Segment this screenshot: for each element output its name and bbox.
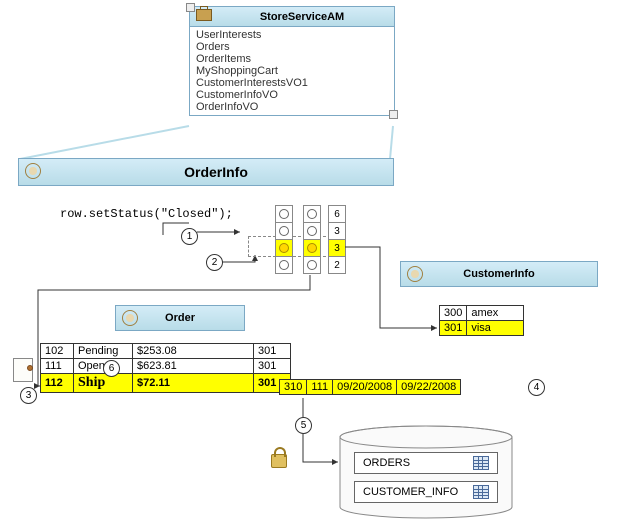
app-module-panel: StoreServiceAM UserInterests Orders Orde… — [189, 6, 395, 116]
list-item: MyShoppingCart — [190, 65, 394, 77]
count-cell: 3 — [329, 223, 345, 240]
table-icon — [473, 485, 489, 499]
component-icon — [122, 310, 138, 326]
component-icon — [25, 163, 41, 179]
app-module-header: StoreServiceAM — [190, 7, 394, 27]
lock-icon — [271, 454, 287, 468]
state-dot-icon — [307, 243, 317, 253]
list-item: CustomerInfoVO — [190, 89, 394, 101]
db-table-orders: ORDERS — [354, 452, 498, 474]
order-info-header: OrderInfo — [19, 159, 393, 186]
table-row: 301 visa — [440, 321, 524, 336]
resize-handle-icon[interactable] — [186, 3, 195, 12]
count-cell: 3 — [329, 240, 345, 257]
state-dot-icon — [307, 226, 317, 236]
component-icon — [407, 266, 423, 282]
db-table-label: CUSTOMER_INFO — [363, 486, 458, 498]
table-row: 112 Ship $72.11 301 — [41, 374, 291, 393]
state-dot-icon — [279, 209, 289, 219]
document-icon — [13, 358, 33, 382]
list-item: Orders — [190, 41, 394, 53]
state-dot-icon — [279, 260, 289, 270]
customer-table: 300 amex 301 visa — [439, 305, 524, 336]
table-row: 310 111 09/20/2008 09/22/2008 — [280, 380, 461, 395]
app-module-list: UserInterests Orders OrderItems MyShoppi… — [190, 27, 394, 115]
order-panel: Order — [115, 305, 245, 331]
table-row: 111 Open $623.81 301 — [41, 359, 291, 374]
order-info-title: OrderInfo — [45, 164, 387, 180]
app-module-title: StoreServiceAM — [216, 11, 388, 23]
state-column-b — [303, 205, 321, 274]
callout-5: 5 — [295, 417, 312, 434]
table-icon — [473, 456, 489, 470]
callout-2: 2 — [206, 254, 223, 271]
state-dot-icon — [307, 260, 317, 270]
order-info-panel: OrderInfo — [18, 158, 394, 186]
state-dot-icon — [307, 209, 317, 219]
count-cell: 6 — [329, 206, 345, 223]
count-cell: 2 — [329, 257, 345, 273]
state-dot-icon — [279, 243, 289, 253]
callout-4: 4 — [528, 379, 545, 396]
list-item: UserInterests — [190, 29, 394, 41]
customer-info-title: CustomerInfo — [463, 268, 535, 280]
list-item: OrderInfoVO — [190, 101, 394, 113]
table-row: 102 Pending $253.08 301 — [41, 344, 291, 359]
callout-3: 3 — [20, 387, 37, 404]
code-line: row.setStatus("Closed"); — [60, 207, 233, 221]
briefcase-icon — [196, 9, 212, 21]
callout-6: 6 — [103, 360, 120, 377]
callout-1: 1 — [181, 228, 198, 245]
state-dot-icon — [279, 226, 289, 236]
count-column: 6 3 3 2 — [328, 205, 346, 274]
list-item: CustomerInterestsVO1 — [190, 77, 394, 89]
db-table-label: ORDERS — [363, 457, 410, 469]
order-title: Order — [165, 312, 195, 324]
state-column-a — [275, 205, 293, 274]
order-table-ext: 310 111 09/20/2008 09/22/2008 — [279, 379, 461, 395]
customer-info-panel: CustomerInfo — [400, 261, 598, 287]
db-table-customer-info: CUSTOMER_INFO — [354, 481, 498, 503]
resize-handle-icon[interactable] — [389, 110, 398, 119]
list-item: OrderItems — [190, 53, 394, 65]
table-row: 300 amex — [440, 306, 524, 321]
order-table: 102 Pending $253.08 301 111 Open $623.81… — [40, 343, 291, 393]
